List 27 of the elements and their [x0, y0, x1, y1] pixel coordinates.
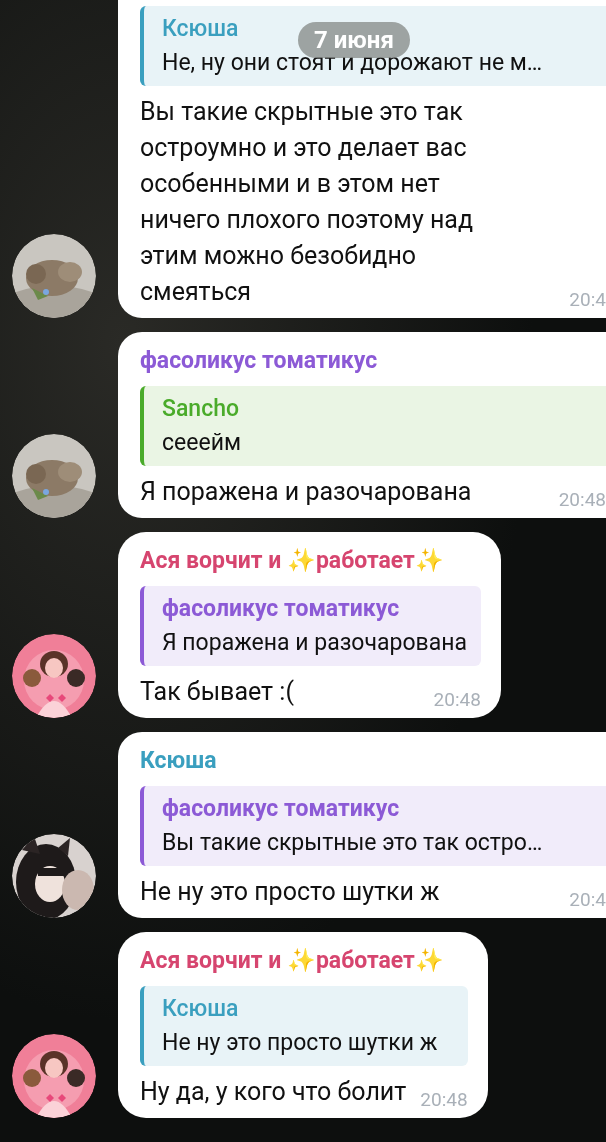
message-text: Не ну это просто шутки ж: [140, 876, 440, 908]
reply-quote[interactable]: Ксюша Не ну это просто шутки ж: [140, 986, 468, 1066]
reply-text: Вы такие скрытные это так остро…: [162, 828, 543, 858]
reply-author: Ксюша: [162, 994, 239, 1024]
message-text: Я поражена и разочарована: [140, 476, 472, 508]
message-time: 20:48: [420, 1088, 468, 1112]
sender-name[interactable]: Ася ворчит и ✨работает✨: [140, 546, 444, 576]
reply-quote[interactable]: Sancho сееейм: [140, 386, 606, 466]
message-text: Так бывает :(: [140, 676, 294, 708]
reply-author: Ксюша: [162, 14, 239, 44]
reply-text: Не ну это просто шутки ж: [162, 1028, 438, 1058]
message-text: Ну да, у кого что болит: [140, 1076, 407, 1108]
reply-author: фасоликус томатикус: [162, 594, 400, 624]
reply-text: сееейм: [162, 428, 241, 458]
sender-name[interactable]: фасоликус томатикус: [140, 346, 378, 376]
message-time: 20:4: [569, 888, 606, 912]
message-text: Вы такие скрытные это так остроумно и это делает вас особенными и в этом нет ничего плохого поэтому над этим можно безобидно смеяться: [140, 96, 475, 308]
message-time: 20:4: [569, 288, 606, 312]
message-time: 20:48: [558, 488, 606, 512]
reply-author: фасоликус томатикус: [162, 794, 400, 824]
reply-quote[interactable]: фасоликус томатикус Вы такие скрытные это так остро…: [140, 786, 606, 866]
reply-quote[interactable]: фасоликус томатикус Я поражена и разочарована: [140, 586, 481, 666]
reply-text: Я поражена и разочарована: [162, 628, 467, 658]
date-badge: 7 июня: [298, 22, 410, 58]
reply-author: Sancho: [162, 394, 239, 424]
sender-name[interactable]: Ася ворчит и ✨работает✨: [140, 946, 444, 976]
message-time: 20:48: [433, 688, 481, 712]
